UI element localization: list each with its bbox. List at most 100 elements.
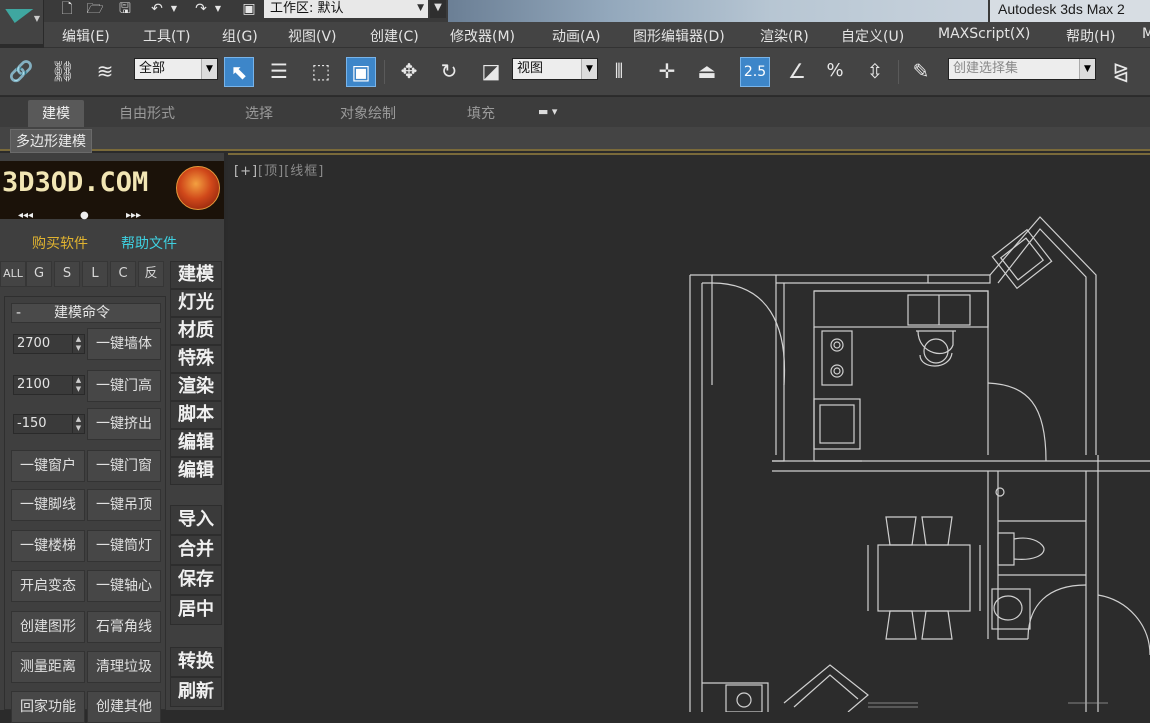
new-file-icon[interactable]: 🗋 — [56, 0, 78, 20]
save-icon[interactable]: 🖫 — [114, 0, 136, 20]
side-render-button[interactable]: 渲染 — [170, 373, 222, 401]
menu-edit[interactable]: 编辑(E) — [62, 26, 110, 46]
menu-rendering[interactable]: 渲染(R) — [760, 26, 809, 46]
import-button[interactable]: 导入 — [170, 505, 222, 535]
one-click-wall-button[interactable]: 一键墙体 — [87, 328, 161, 360]
one-click-door-height-button[interactable]: 一键门高 — [87, 370, 161, 402]
modeling-commands-header[interactable]: - 建模命令 — [11, 303, 161, 323]
edit-named-selection-icon[interactable]: ✎ — [906, 57, 936, 87]
plaster-molding-button[interactable]: 石膏角线 — [87, 611, 161, 643]
tab-selection[interactable]: 选择 — [245, 103, 273, 123]
filter-all-button[interactable]: ALL — [0, 261, 26, 287]
one-click-downlight-button[interactable]: 一键筒灯 — [87, 530, 161, 562]
selection-filter-dropdown[interactable]: 全部 ▼ — [134, 58, 218, 80]
menu-customize[interactable]: 自定义(U) — [841, 26, 904, 46]
one-click-baseboard-button[interactable]: 一键脚线 — [11, 489, 85, 521]
save-button[interactable]: 保存 — [170, 565, 222, 595]
percent-snap-icon[interactable]: % — [820, 57, 850, 87]
side-modeling-button[interactable]: 建模 — [170, 261, 222, 289]
undo-dropdown-icon[interactable]: ▼ — [168, 0, 180, 20]
one-click-pivot-button[interactable]: 一键轴心 — [87, 570, 161, 602]
select-by-name-icon[interactable]: ☰ — [264, 57, 294, 87]
spinner-arrows-icon[interactable]: ▲ ▼ — [72, 415, 84, 433]
one-click-stairs-button[interactable]: 一键楼梯 — [11, 530, 85, 562]
menu-views[interactable]: 视图(V) — [288, 26, 337, 46]
side-lights-button[interactable]: 灯光 — [170, 289, 222, 317]
wall-height-spinner[interactable]: 2700 ▲ ▼ — [13, 334, 85, 354]
spinner-snap-icon[interactable]: ⇳ — [860, 57, 890, 87]
side-edit-button-2[interactable]: 编辑 — [170, 457, 222, 485]
side-materials-button[interactable]: 材质 — [170, 317, 222, 345]
top-viewport[interactable]: [+][顶][线框] — [228, 153, 1150, 712]
tab-freeform[interactable]: 自由形式 — [119, 103, 175, 123]
redo-dropdown-icon[interactable]: ▼ — [212, 0, 224, 20]
snaps-toggle-icon[interactable]: 2.5 — [740, 57, 770, 87]
buy-software-link[interactable]: 购买软件 — [32, 233, 88, 253]
help-file-link[interactable]: 帮助文件 — [121, 233, 177, 253]
menu-overflow[interactable]: M — [1142, 26, 1150, 42]
one-click-ceiling-button[interactable]: 一键吊顶 — [87, 489, 161, 521]
center-button[interactable]: 居中 — [170, 595, 222, 625]
menu-create[interactable]: 创建(C) — [370, 26, 419, 46]
filter-lights-button[interactable]: L — [82, 261, 108, 287]
merge-button[interactable]: 合并 — [170, 535, 222, 565]
menu-tools[interactable]: 工具(T) — [143, 26, 190, 46]
mirror-icon[interactable]: ⧎ — [1106, 57, 1136, 87]
unlink-icon[interactable]: ⛓ — [48, 57, 78, 87]
one-click-extrude-button[interactable]: 一键挤出 — [87, 408, 161, 440]
select-move-icon[interactable]: ✥ — [394, 57, 424, 87]
menu-help[interactable]: 帮助(H) — [1066, 26, 1115, 46]
tab-object-paint[interactable]: 对象绘制 — [340, 103, 396, 123]
tab-modeling[interactable]: 建模 — [28, 100, 84, 127]
menu-graph-editors[interactable]: 图形编辑器(D) — [633, 26, 725, 46]
side-edit-button[interactable]: 编辑 — [170, 429, 222, 457]
project-folder-icon[interactable]: ▣ — [238, 0, 260, 20]
next-icon[interactable]: ▸▸▸ — [126, 210, 141, 221]
menu-modifiers[interactable]: 修改器(M) — [450, 26, 515, 46]
select-object-icon[interactable]: ⬉ — [224, 57, 254, 87]
polygon-modeling-label[interactable]: 多边形建模 — [10, 129, 92, 153]
link-icon[interactable]: 🔗 — [6, 57, 36, 87]
undo-icon[interactable]: ↶ — [146, 0, 168, 20]
select-rotate-icon[interactable]: ↻ — [434, 57, 464, 87]
one-click-door-window-button[interactable]: 一键门窗 — [87, 450, 161, 482]
angle-snap-icon[interactable]: ∠ — [782, 57, 812, 87]
select-scale-icon[interactable]: ◪ — [476, 57, 506, 87]
rectangular-selection-icon[interactable]: ⬚ — [306, 57, 336, 87]
tab-populate[interactable]: 填充 — [467, 103, 495, 123]
spinner-arrows-icon[interactable]: ▲ ▼ — [72, 335, 84, 353]
door-height-spinner[interactable]: 2100 ▲ ▼ — [13, 375, 85, 395]
filter-invert-button[interactable]: 反 — [138, 261, 164, 287]
extrude-amount-spinner[interactable]: -150 ▲ ▼ — [13, 414, 85, 434]
side-special-button[interactable]: 特殊 — [170, 345, 222, 373]
filter-shapes-button[interactable]: S — [54, 261, 80, 287]
named-selection-dropdown[interactable]: 创建选择集 ▼ — [948, 58, 1096, 80]
return-home-button[interactable]: 回家功能 — [11, 691, 85, 723]
create-other-button[interactable]: 创建其他 — [87, 691, 161, 723]
clean-garbage-button[interactable]: 清理垃圾 — [87, 651, 161, 683]
measure-distance-button[interactable]: 测量距离 — [11, 651, 85, 683]
side-script-button[interactable]: 脚本 — [170, 401, 222, 429]
app-logo-button[interactable]: ▼ — [0, 0, 44, 44]
refresh-button[interactable]: 刷新 — [170, 677, 222, 707]
filter-cameras-button[interactable]: C — [110, 261, 136, 287]
one-click-window-button[interactable]: 一键窗户 — [11, 450, 85, 482]
pivot-center-icon[interactable]: ⫴ — [604, 57, 634, 87]
workspace-menu-icon[interactable]: ▼ — [430, 0, 446, 18]
reference-coordinate-dropdown[interactable]: 视图 ▼ — [512, 58, 598, 80]
previous-icon[interactable]: ◂◂◂ — [18, 210, 33, 221]
collapse-toggle[interactable]: - — [16, 304, 21, 322]
convert-button[interactable]: 转换 — [170, 647, 222, 677]
redo-icon[interactable]: ↷ — [190, 0, 212, 20]
keyboard-shortcut-override-icon[interactable]: ⏏ — [692, 57, 722, 87]
open-file-icon[interactable]: 🗁 — [84, 0, 106, 20]
bind-space-warp-icon[interactable]: ≋ — [90, 57, 120, 87]
spinner-arrows-icon[interactable]: ▲ ▼ — [72, 376, 84, 394]
dot-icon[interactable]: ● — [80, 210, 89, 221]
select-manipulate-icon[interactable]: ✛ — [652, 57, 682, 87]
enable-transform-button[interactable]: 开启变态 — [11, 570, 85, 602]
ribbon-options-icon[interactable]: ▬ ▾ — [538, 105, 557, 118]
menu-maxscript[interactable]: MAXScript(X) — [938, 26, 1030, 42]
menu-animation[interactable]: 动画(A) — [552, 26, 601, 46]
workspace-dropdown[interactable]: 工作区: 默认 ▼ — [264, 0, 428, 18]
